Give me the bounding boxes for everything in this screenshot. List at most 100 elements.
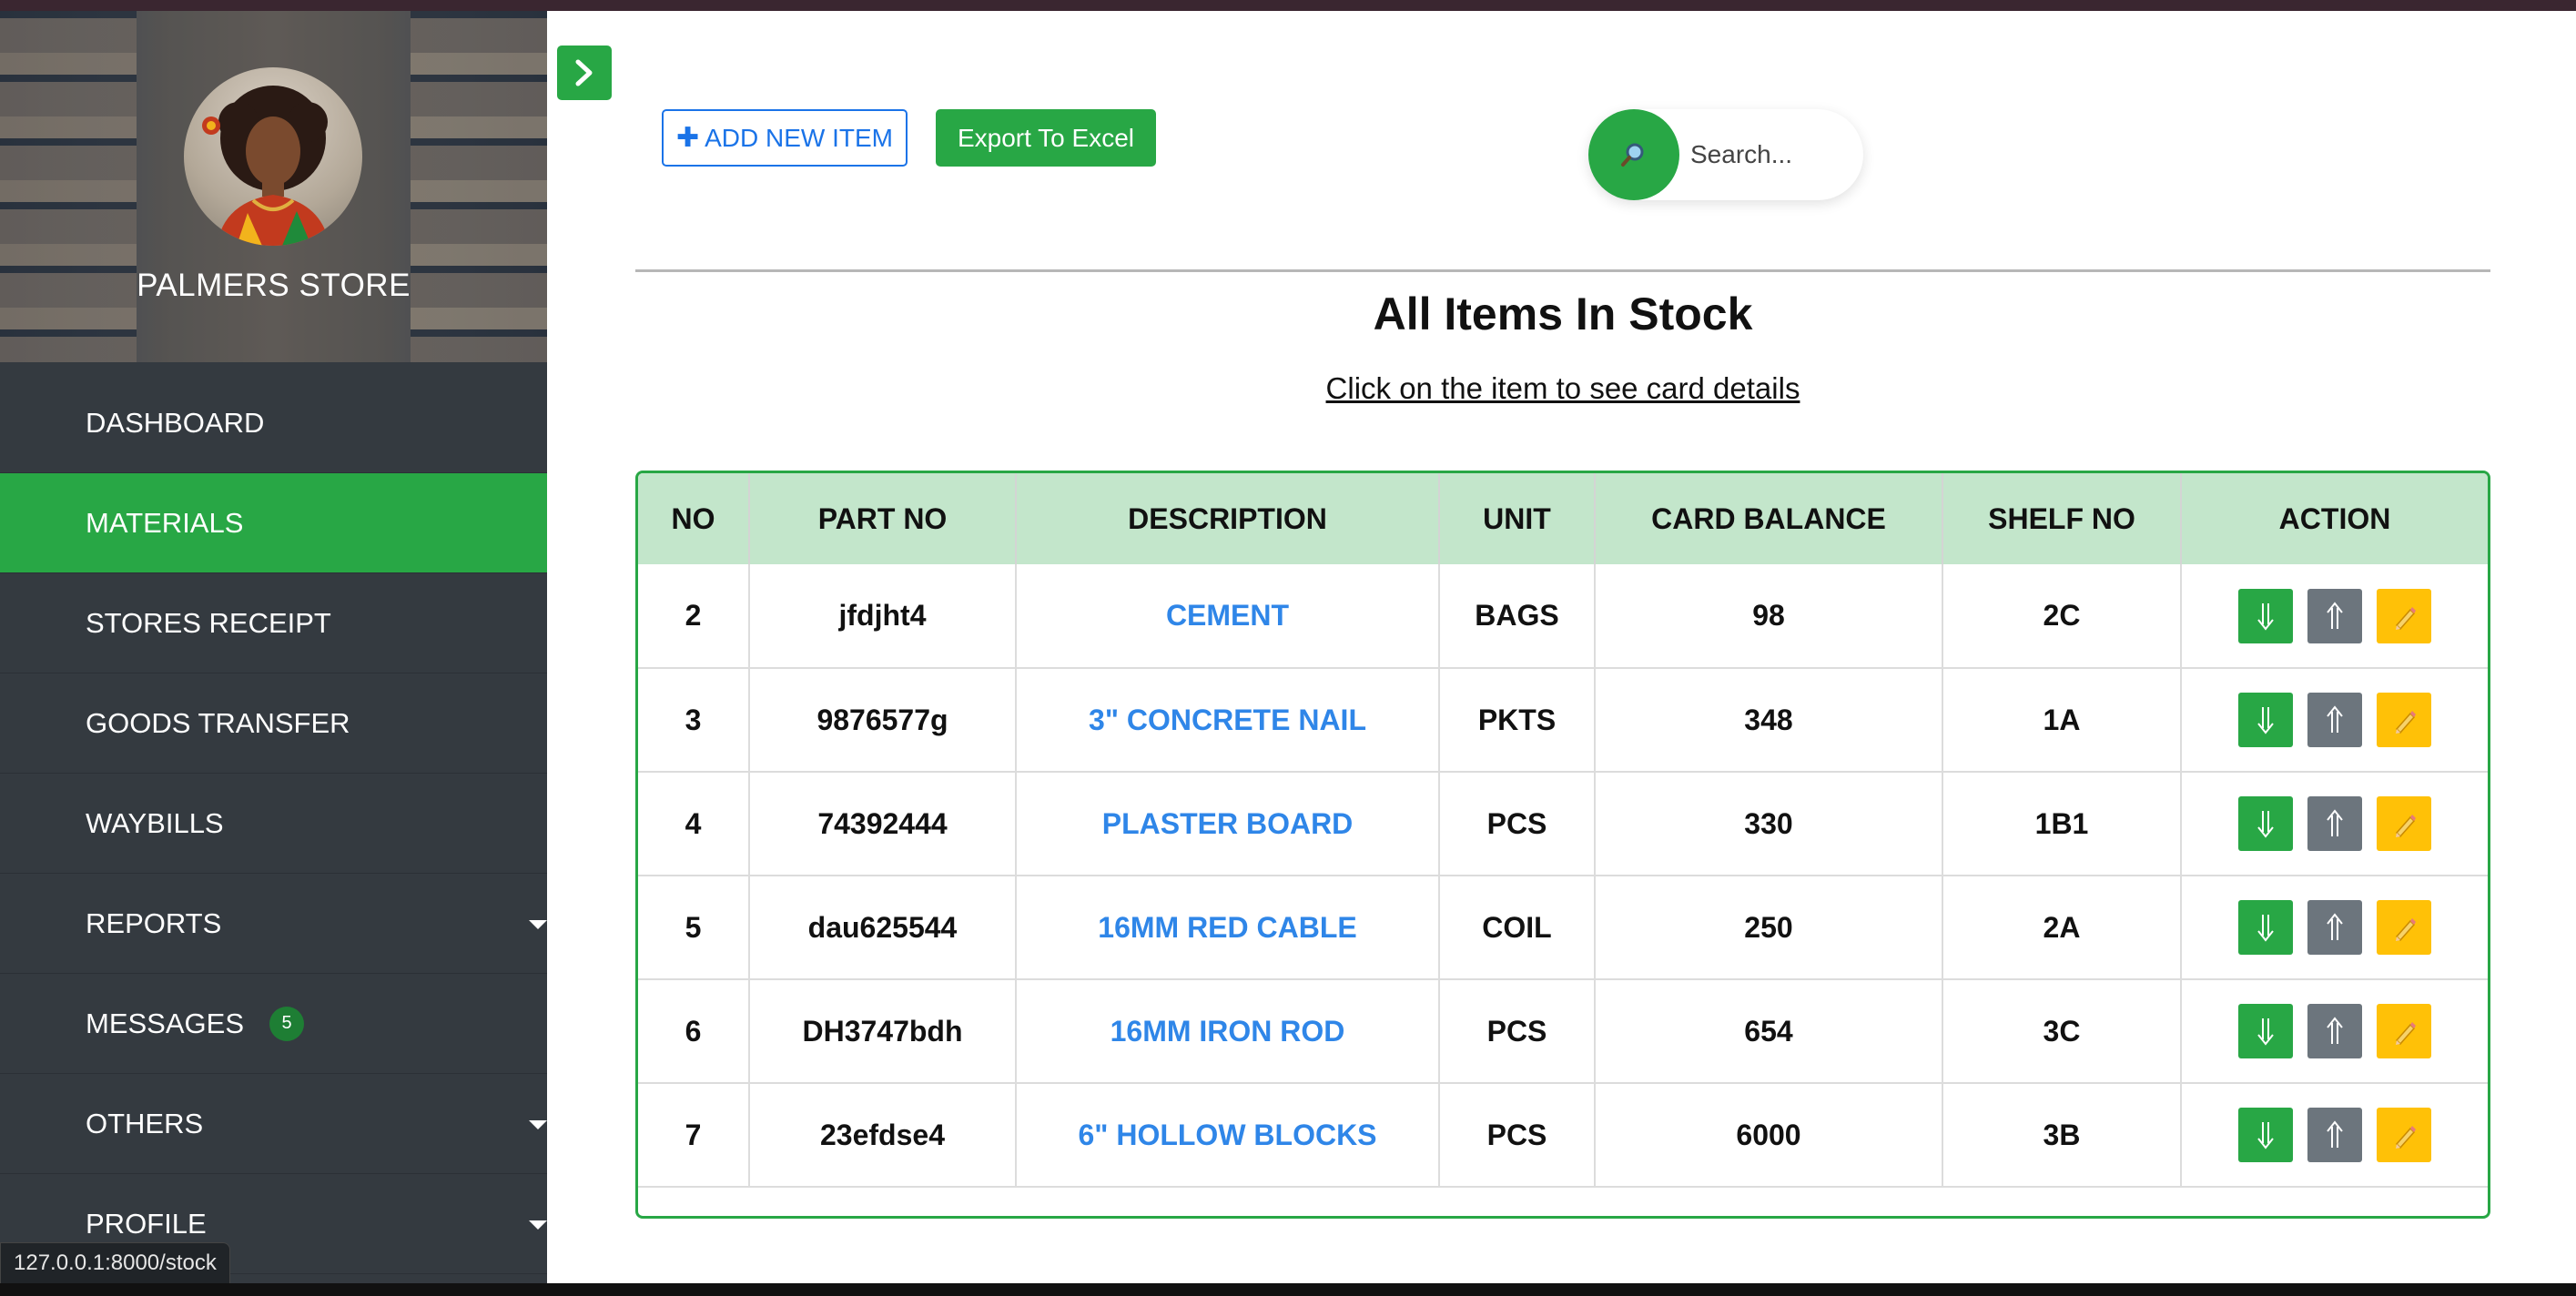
cell-shelf-no: 1A xyxy=(1942,668,2182,773)
sidebar-header: PALMERS STORE xyxy=(0,11,547,362)
issue-button[interactable] xyxy=(2307,900,2362,955)
cell-card-balance: 330 xyxy=(1595,772,1943,876)
cell-actions xyxy=(2181,979,2488,1084)
arrow-up-icon xyxy=(2327,705,2343,733)
arrow-down-icon xyxy=(2257,707,2274,734)
issue-button[interactable] xyxy=(2307,693,2362,747)
cell-part-no: 23efdse4 xyxy=(749,1083,1017,1188)
sidebar-item-goods-transfer[interactable]: GOODS TRANSFER xyxy=(0,673,547,774)
receive-button[interactable] xyxy=(2238,588,2293,643)
column-header-part-no[interactable]: PART NO xyxy=(749,473,1017,564)
receive-button[interactable] xyxy=(2238,1004,2293,1058)
cell-no: 3 xyxy=(638,668,750,773)
table-row: 5 dau625544 16MM RED CABLE COIL 250 2A xyxy=(638,876,2488,980)
edit-button[interactable] xyxy=(2377,1108,2431,1162)
chevron-right-icon xyxy=(575,59,593,86)
arrow-up-icon xyxy=(2327,601,2343,629)
sidebar-item-waybills[interactable]: WAYBILLS xyxy=(0,774,547,874)
table-row: 3 9876577g 3" CONCRETE NAIL PKTS 348 1A xyxy=(638,668,2488,773)
bottom-bar xyxy=(0,1283,2576,1296)
pencil-icon xyxy=(2395,711,2416,734)
receive-button[interactable] xyxy=(2238,693,2293,747)
sidebar-item-label: REPORTS xyxy=(86,906,222,939)
cell-actions xyxy=(2181,772,2488,876)
sidebar-item-reports[interactable]: REPORTS xyxy=(0,874,547,974)
cell-shelf-no: 2A xyxy=(1942,876,2182,980)
cell-part-no: jfdjht4 xyxy=(749,564,1017,669)
cell-description-link[interactable]: 3" CONCRETE NAIL xyxy=(1016,668,1440,773)
column-header-card-balance[interactable]: CARD BALANCE xyxy=(1595,473,1943,564)
receive-button[interactable] xyxy=(2238,796,2293,851)
receive-button[interactable] xyxy=(2238,900,2293,955)
export-label: Export To Excel xyxy=(957,123,1135,152)
search-button[interactable] xyxy=(1588,109,1679,200)
pencil-icon xyxy=(2395,815,2416,838)
column-header-description[interactable]: DESCRIPTION xyxy=(1016,473,1440,564)
sidebar-item-materials[interactable]: MATERIALS xyxy=(0,473,547,573)
column-header-shelf-no[interactable]: SHELF NO xyxy=(1942,473,2182,564)
stock-table: NO PART NO DESCRIPTION UNIT CARD BALANCE… xyxy=(638,473,2488,1188)
cell-shelf-no: 3C xyxy=(1942,979,2182,1084)
cell-actions xyxy=(2181,668,2488,773)
messages-count-badge: 5 xyxy=(269,1006,304,1041)
divider xyxy=(635,269,2490,272)
issue-button[interactable] xyxy=(2307,1108,2362,1162)
column-header-action: ACTION xyxy=(2278,501,2391,535)
arrow-up-icon xyxy=(2327,913,2343,940)
issue-button[interactable] xyxy=(2307,1004,2362,1058)
table-row: 4 74392444 PLASTER BOARD PCS 330 1B1 xyxy=(638,772,2488,876)
column-header-unit[interactable]: UNIT xyxy=(1439,473,1596,564)
page-subtitle: Click on the item to see card details xyxy=(1325,371,1800,405)
arrow-up-icon xyxy=(2327,1120,2343,1148)
pencil-icon xyxy=(2395,1126,2416,1149)
add-new-item-label: ADD NEW ITEM xyxy=(705,123,894,152)
edit-button[interactable] xyxy=(2377,796,2431,851)
cell-part-no: dau625544 xyxy=(749,876,1017,980)
add-new-item-button[interactable]: ✚ ADD NEW ITEM xyxy=(662,109,908,167)
cell-unit: PKTS xyxy=(1439,668,1596,773)
cell-no: 6 xyxy=(638,979,750,1084)
cell-no: 4 xyxy=(638,772,750,876)
column-header-no[interactable]: NO xyxy=(638,473,750,564)
edit-button[interactable] xyxy=(2377,693,2431,747)
cell-card-balance: 348 xyxy=(1595,668,1943,773)
store-name: PALMERS STORE xyxy=(137,268,411,303)
sidebar-toggle-button[interactable] xyxy=(557,46,612,100)
edit-button[interactable] xyxy=(2377,1004,2431,1058)
receive-button[interactable] xyxy=(2238,1108,2293,1162)
stock-table-card: NO PART NO DESCRIPTION UNIT CARD BALANCE… xyxy=(635,471,2490,1219)
cell-description-link[interactable]: CEMENT xyxy=(1016,564,1440,669)
arrow-down-icon xyxy=(2257,602,2274,631)
edit-button[interactable] xyxy=(2377,588,2431,643)
cell-actions xyxy=(2181,876,2488,980)
sidebar-item-label: PROFILE xyxy=(86,1207,207,1240)
sidebar-item-label: MESSAGES xyxy=(86,1007,244,1039)
cell-description-link[interactable]: PLASTER BOARD xyxy=(1016,772,1440,876)
cell-unit: PCS xyxy=(1439,979,1596,1084)
cell-card-balance: 6000 xyxy=(1595,1083,1943,1188)
cell-part-no: 9876577g xyxy=(749,668,1017,773)
pencil-icon xyxy=(2395,606,2416,630)
cell-actions xyxy=(2181,1083,2488,1188)
search-input[interactable] xyxy=(1690,129,1854,180)
avatar xyxy=(184,67,362,246)
export-to-excel-button[interactable]: Export To Excel xyxy=(936,109,1156,167)
sidebar-item-dashboard[interactable]: DASHBOARD xyxy=(0,373,547,473)
cell-description-link[interactable]: 6" HOLLOW BLOCKS xyxy=(1016,1083,1440,1188)
sidebar-nav: DASHBOARD MATERIALS STORES RECEIPT GOODS… xyxy=(0,373,547,1274)
sidebar-item-stores-receipt[interactable]: STORES RECEIPT xyxy=(0,573,547,673)
sidebar-item-label: OTHERS xyxy=(86,1107,204,1139)
cell-part-no: DH3747bdh xyxy=(749,979,1017,1084)
cell-description-link[interactable]: 16MM IRON ROD xyxy=(1016,979,1440,1084)
arrow-down-icon xyxy=(2257,1122,2274,1149)
issue-button[interactable] xyxy=(2307,588,2362,643)
cell-part-no: 74392444 xyxy=(749,772,1017,876)
sidebar-item-others[interactable]: OTHERS xyxy=(0,1074,547,1174)
cell-card-balance: 250 xyxy=(1595,876,1943,980)
table-header-row: NO PART NO DESCRIPTION UNIT CARD BALANCE… xyxy=(638,473,2488,564)
issue-button[interactable] xyxy=(2307,796,2362,851)
caret-down-icon xyxy=(529,919,547,929)
cell-description-link[interactable]: 16MM RED CABLE xyxy=(1016,876,1440,980)
sidebar-item-messages[interactable]: MESSAGES 5 xyxy=(0,974,547,1074)
edit-button[interactable] xyxy=(2377,900,2431,955)
